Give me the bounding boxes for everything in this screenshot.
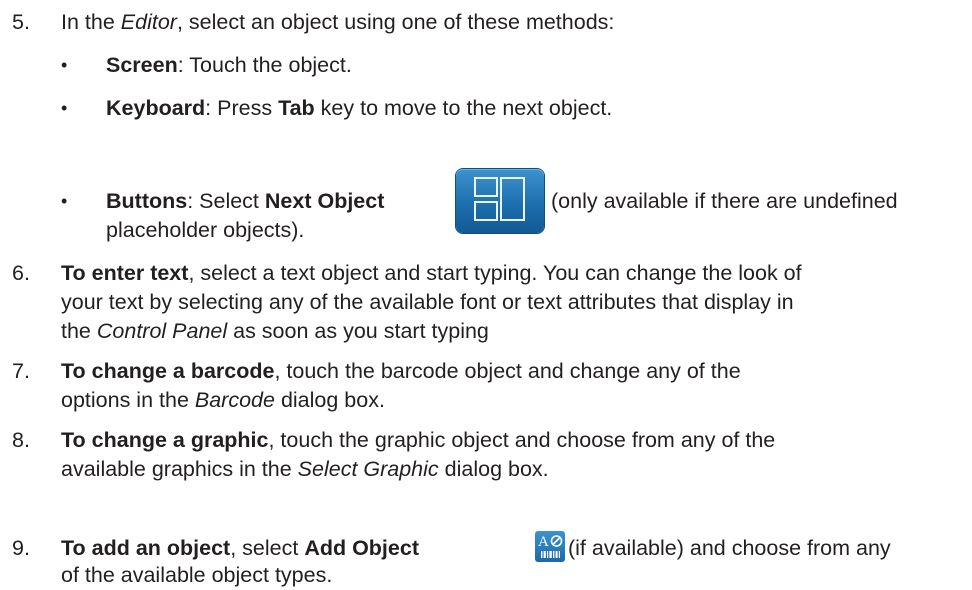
bullet-buttons-line2: placeholder objects). [106, 218, 305, 242]
add-object-label: Add Object [304, 536, 419, 560]
step-7-heading: To change a barcode [61, 359, 275, 383]
control-panel-term: Control Panel [96, 319, 228, 343]
editor-term: Editor [120, 10, 177, 34]
next-object-label: Next Object [264, 189, 385, 213]
step-8-heading: To change a graphic [61, 428, 269, 452]
bullet-label: Buttons [106, 189, 188, 213]
step-6-heading: To enter text [61, 261, 189, 285]
add-object-icon: A [535, 531, 565, 562]
step-6-line2: your text by selecting any of the availa… [61, 290, 794, 314]
step-number: 7. [12, 359, 30, 383]
add-object-glyph: A [538, 534, 549, 550]
bullet-symbol: • [61, 191, 68, 211]
next-object-icon [456, 169, 544, 233]
step-9-line2: of the available object types. [61, 563, 333, 587]
bullet-symbol: • [61, 98, 68, 118]
bullet-symbol: • [61, 55, 68, 75]
step-number: 9. [12, 536, 30, 560]
step-number: 6. [12, 261, 30, 285]
step-number: 5. [12, 10, 30, 34]
bullet-label: Keyboard [106, 96, 206, 120]
step-5-text: In the Editor, select an object using on… [61, 10, 615, 34]
step-6-line3: the Control Panel as soon as you start t… [61, 319, 489, 343]
step-number: 8. [12, 428, 30, 452]
bullet-label: Screen [106, 53, 178, 77]
step-7-line2: options in the Barcode dialog box. [61, 388, 385, 412]
step-8-line2: available graphics in the Select Graphic… [61, 457, 549, 481]
select-graphic-term: Select Graphic [297, 457, 439, 481]
step-9-heading: To add an object [61, 536, 231, 560]
barcode-dialog-term: Barcode [194, 388, 275, 412]
tab-key: Tab [278, 96, 315, 120]
